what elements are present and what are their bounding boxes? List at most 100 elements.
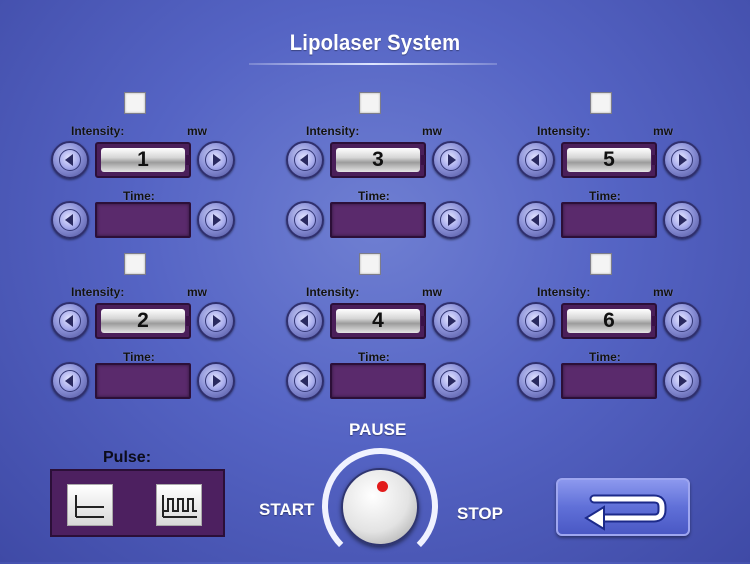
time-increase-button[interactable] — [432, 201, 470, 239]
time-display — [95, 202, 191, 238]
time-label: Time: — [589, 350, 621, 364]
intensity-display: 1 — [95, 142, 191, 178]
right-arrow-icon — [679, 375, 687, 387]
app-title: Lipolaser System — [289, 30, 461, 55]
back-button[interactable] — [556, 478, 690, 536]
left-arrow-icon — [65, 214, 73, 226]
time-decrease-button[interactable] — [51, 201, 89, 239]
intensity-display: 4 — [330, 303, 426, 339]
pulse-mode-button[interactable] — [156, 484, 202, 526]
left-arrow-icon — [65, 375, 73, 387]
channel-5-checkbox[interactable] — [590, 92, 612, 114]
battery-indicator: 6 — [567, 309, 656, 333]
right-arrow-icon — [448, 315, 456, 327]
left-arrow-icon — [300, 154, 308, 166]
intensity-increase-button[interactable] — [432, 302, 470, 340]
time-label: Time: — [589, 189, 621, 203]
pulse-label: Pulse: — [103, 449, 152, 466]
title-underline — [249, 63, 497, 65]
battery-indicator: 4 — [336, 309, 425, 333]
pause-label: PAUSE — [349, 420, 407, 439]
left-arrow-icon — [300, 375, 308, 387]
time-increase-button[interactable] — [663, 362, 701, 400]
battery-indicator: 5 — [567, 148, 656, 172]
channel-number: 5 — [603, 148, 615, 171]
right-arrow-icon — [213, 154, 221, 166]
channel-number: 4 — [372, 309, 384, 332]
intensity-increase-button[interactable] — [663, 141, 701, 179]
battery-indicator: 3 — [336, 148, 425, 172]
intensity-increase-button[interactable] — [663, 302, 701, 340]
intensity-display: 6 — [561, 303, 657, 339]
time-increase-button[interactable] — [197, 201, 235, 239]
intensity-increase-button[interactable] — [432, 141, 470, 179]
channel-2: Intensity: mw 2 Time: — [51, 252, 235, 402]
channel-4: Intensity: mw 4 Time: — [286, 252, 470, 402]
unit-label: mw — [187, 124, 208, 138]
intensity-label: Intensity: — [537, 285, 591, 299]
channel-5: Intensity: mw 5 Time: — [517, 91, 701, 241]
channel-2-checkbox[interactable] — [124, 253, 146, 275]
right-arrow-icon — [213, 315, 221, 327]
channel-number: 2 — [137, 309, 149, 332]
time-display — [330, 202, 426, 238]
intensity-decrease-button[interactable] — [286, 141, 324, 179]
time-display — [561, 363, 657, 399]
right-arrow-icon — [448, 214, 456, 226]
knob-indicator-dot — [377, 481, 388, 492]
time-label: Time: — [123, 189, 155, 203]
time-label: Time: — [123, 350, 155, 364]
time-increase-button[interactable] — [197, 362, 235, 400]
unit-label: mw — [187, 285, 208, 299]
pulse-panel — [50, 469, 225, 537]
stop-label: STOP — [457, 504, 503, 523]
left-arrow-icon — [300, 214, 308, 226]
unit-label: mw — [422, 124, 443, 138]
intensity-increase-button[interactable] — [197, 302, 235, 340]
intensity-decrease-button[interactable] — [517, 141, 555, 179]
time-decrease-button[interactable] — [517, 201, 555, 239]
channel-3-checkbox[interactable] — [359, 92, 381, 114]
right-arrow-icon — [448, 375, 456, 387]
unit-label: mw — [422, 285, 443, 299]
time-increase-button[interactable] — [432, 362, 470, 400]
channel-4-checkbox[interactable] — [359, 253, 381, 275]
battery-indicator: 2 — [101, 309, 190, 333]
time-decrease-button[interactable] — [286, 201, 324, 239]
right-arrow-icon — [679, 154, 687, 166]
intensity-label: Intensity: — [306, 285, 360, 299]
left-arrow-icon — [65, 315, 73, 327]
channel-number: 1 — [137, 148, 149, 171]
right-arrow-icon — [679, 214, 687, 226]
left-arrow-icon — [531, 154, 539, 166]
start-label: START — [259, 500, 315, 519]
intensity-decrease-button[interactable] — [517, 302, 555, 340]
intensity-label: Intensity: — [537, 124, 591, 138]
left-arrow-icon — [300, 315, 308, 327]
intensity-display: 3 — [330, 142, 426, 178]
intensity-display: 2 — [95, 303, 191, 339]
time-decrease-button[interactable] — [517, 362, 555, 400]
time-display — [95, 363, 191, 399]
intensity-decrease-button[interactable] — [51, 141, 89, 179]
right-arrow-icon — [213, 375, 221, 387]
intensity-increase-button[interactable] — [197, 141, 235, 179]
intensity-label: Intensity: — [306, 124, 360, 138]
channel-number: 3 — [372, 148, 384, 171]
channel-6-checkbox[interactable] — [590, 253, 612, 275]
time-decrease-button[interactable] — [286, 362, 324, 400]
right-arrow-icon — [213, 214, 221, 226]
intensity-decrease-button[interactable] — [51, 302, 89, 340]
left-arrow-icon — [531, 375, 539, 387]
intensity-decrease-button[interactable] — [286, 302, 324, 340]
left-arrow-icon — [65, 154, 73, 166]
time-increase-button[interactable] — [663, 201, 701, 239]
time-decrease-button[interactable] — [51, 362, 89, 400]
control-knob[interactable] — [341, 468, 419, 546]
intensity-display: 5 — [561, 142, 657, 178]
channel-1: Intensity: mw 1 Time: — [51, 91, 235, 241]
channel-1-checkbox[interactable] — [124, 92, 146, 114]
intensity-label: Intensity: — [71, 285, 125, 299]
continuous-mode-button[interactable] — [67, 484, 113, 526]
left-arrow-icon — [531, 214, 539, 226]
